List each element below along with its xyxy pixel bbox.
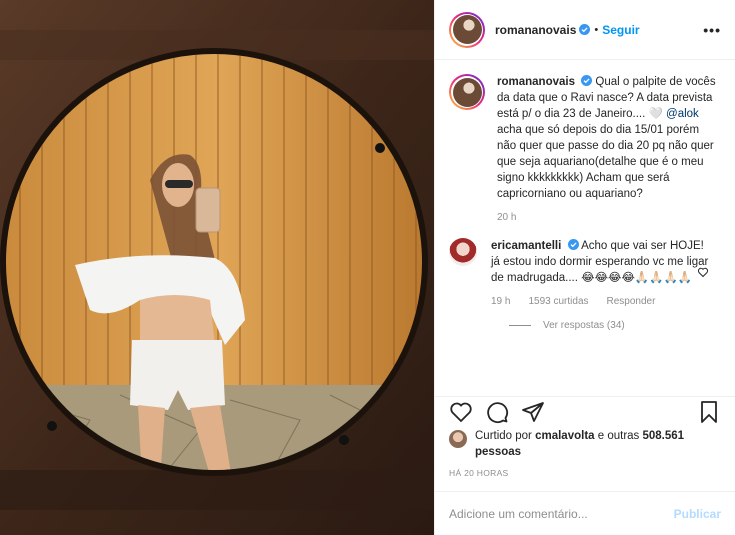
comment-like-icon[interactable] (697, 266, 709, 278)
save-bookmark-icon[interactable] (697, 400, 721, 424)
author-username[interactable]: romananovais (495, 23, 576, 37)
follow-button[interactable]: Seguir (602, 23, 639, 37)
post-header: romananovais • Seguir ••• (435, 0, 735, 60)
commenter-username[interactable]: ericamantelli (491, 240, 561, 252)
post-photo[interactable] (0, 0, 434, 535)
post-timestamp[interactable]: HÁ 20 HORAS (449, 468, 509, 478)
post-sidebar: romananovais • Seguir ••• romananovais Q… (434, 0, 735, 535)
caption-body: romananovais Qual o palpite de vocês da … (497, 74, 717, 226)
caption: romananovais Qual o palpite de vocês da … (449, 74, 721, 226)
publish-button[interactable]: Publicar (674, 507, 721, 521)
caption-avatar[interactable] (449, 74, 485, 110)
like-heart-icon[interactable] (449, 400, 473, 424)
liker-username[interactable]: cmalavolta (535, 430, 594, 442)
comments-section: romananovais Qual o palpite de vocês da … (435, 60, 735, 535)
comment-time[interactable]: 19 h (491, 294, 510, 310)
mirror-selfie-image (0, 0, 434, 535)
view-replies[interactable]: Ver respostas (34) (509, 320, 721, 331)
verified-badge-icon (579, 24, 591, 35)
comment-likes[interactable]: 1593 curtidas (528, 294, 588, 310)
separator-dot: • (594, 23, 599, 36)
comment-input[interactable] (449, 506, 674, 521)
instagram-post: romananovais • Seguir ••• romananovais Q… (0, 0, 735, 535)
commenter-avatar[interactable] (449, 238, 477, 266)
caption-mention-link[interactable]: @alok (666, 108, 699, 120)
author-avatar[interactable] (449, 11, 485, 48)
likes-text: Curtido por cmalavolta e outras 508.561 … (475, 428, 721, 460)
more-options-icon[interactable]: ••• (703, 22, 721, 38)
comment-meta: 19 h 1593 curtidas Responder (491, 294, 711, 310)
verified-badge-icon (567, 239, 579, 250)
caption-text-part2: acha que só depois do dia 15/01 porém nã… (497, 124, 714, 200)
replies-line (509, 325, 531, 326)
view-replies-label[interactable]: Ver respostas (34) (543, 320, 625, 331)
verified-badge-icon (581, 75, 593, 86)
action-bar (435, 396, 735, 426)
caption-username[interactable]: romananovais (497, 76, 575, 88)
likes-summary: Curtido por cmalavolta e outras 508.561 … (449, 428, 721, 460)
comment-body: ericamantelli Acho que vai ser HOJE! já … (491, 238, 711, 310)
add-comment-bar: Publicar (435, 491, 735, 535)
comment-icon[interactable] (485, 400, 509, 424)
reply-button[interactable]: Responder (607, 294, 656, 310)
likes-prefix: Curtido por (475, 430, 536, 442)
caption-time[interactable]: 20 h (497, 210, 516, 226)
caption-meta: 20 h (497, 210, 717, 226)
liker-avatar[interactable] (449, 430, 467, 448)
comment-item: ericamantelli Acho que vai ser HOJE! já … (449, 238, 721, 310)
likes-suffix: e outras (594, 430, 643, 442)
share-icon[interactable] (521, 400, 545, 424)
